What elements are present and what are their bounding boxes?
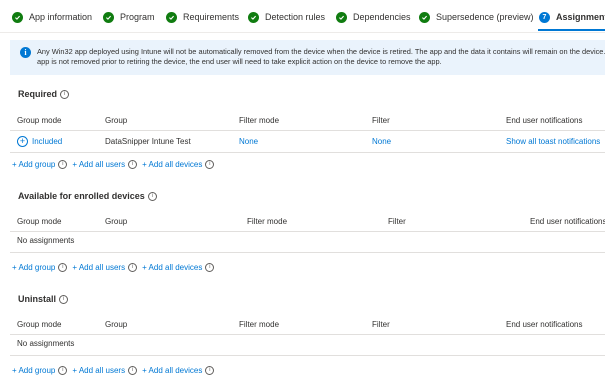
no-assignments-text: No assignments [17, 236, 75, 245]
info-icon: i [20, 47, 31, 58]
filter-mode-link[interactable]: None [239, 137, 258, 146]
add-circle-icon: + [17, 136, 28, 147]
step-label: Dependencies [353, 12, 411, 22]
step-label: Program [120, 12, 155, 22]
step-label: Requirements [183, 12, 240, 22]
step-label: Supersedence (preview) [436, 12, 534, 22]
add-all-devices-link[interactable]: + Add all devices i [142, 263, 215, 272]
info-tooltip-icon: i [128, 366, 138, 375]
add-group-link[interactable]: + Add group i [12, 263, 68, 272]
col-header-group: Group [105, 116, 128, 125]
group-mode-included-link[interactable]: + Included [17, 136, 62, 147]
info-tooltip-icon[interactable]: i [147, 191, 157, 201]
check-circle-icon [103, 11, 114, 23]
divider [10, 130, 605, 131]
wizard-steps: App information Program Requirements Det… [0, 0, 605, 33]
col-header-end-user-notifications: End user notifications [506, 320, 583, 329]
col-header-filter-mode: Filter mode [239, 320, 280, 329]
col-header-filter: Filter [372, 116, 390, 125]
col-header-end-user-notifications: End user notifications [530, 217, 605, 226]
active-step-underline [538, 29, 605, 31]
check-circle-icon [12, 11, 23, 23]
col-header-group-mode: Group mode [17, 217, 62, 226]
step-dependencies[interactable]: Dependencies [336, 8, 411, 26]
add-all-devices-link[interactable]: + Add all devices i [142, 366, 215, 375]
divider [10, 152, 605, 153]
divider [10, 334, 605, 335]
step-supersedence[interactable]: Supersedence (preview) [419, 8, 534, 26]
uninstall-section-title: Uninstall i [18, 294, 69, 304]
col-header-filter-mode: Filter mode [247, 217, 288, 226]
check-circle-icon [248, 11, 259, 23]
divider [10, 355, 605, 356]
add-all-users-link[interactable]: + Add all users i [72, 160, 138, 169]
info-tooltip-icon[interactable]: i [59, 294, 69, 304]
info-tooltip-icon: i [128, 160, 138, 169]
step-requirements[interactable]: Requirements [166, 8, 239, 26]
col-header-end-user-notifications: End user notifications [506, 116, 583, 125]
add-group-link[interactable]: + Add group i [12, 366, 68, 375]
step-app-information[interactable]: App information [12, 8, 92, 26]
step-label: Assignments [556, 12, 605, 22]
col-header-group: Group [105, 217, 128, 226]
divider [10, 252, 605, 253]
col-header-group-mode: Group mode [17, 320, 62, 329]
step-detection-rules[interactable]: Detection rules [248, 8, 325, 26]
info-tooltip-icon: i [58, 160, 68, 169]
check-circle-icon [336, 11, 347, 23]
info-tooltip-icon: i [205, 366, 215, 375]
filter-link[interactable]: None [372, 137, 391, 146]
add-all-devices-link[interactable]: + Add all devices i [142, 160, 215, 169]
col-header-group: Group [105, 320, 128, 329]
step-label: Detection rules [265, 12, 326, 22]
step-label: App information [29, 12, 93, 22]
step-program[interactable]: Program [103, 8, 155, 26]
info-banner-text: Any Win32 app deployed using Intune will… [37, 47, 605, 66]
no-assignments-text: No assignments [17, 339, 75, 348]
group-name-cell: DataSnipper Intune Test [105, 137, 191, 146]
add-all-users-link[interactable]: + Add all users i [72, 263, 138, 272]
required-add-links: + Add group i + Add all users i + Add all … [12, 160, 215, 169]
info-tooltip-icon: i [128, 263, 138, 272]
available-section-title: Available for enrolled devices i [18, 191, 157, 201]
col-header-filter: Filter [388, 217, 406, 226]
info-tooltip-icon: i [205, 263, 215, 272]
info-tooltip-icon: i [58, 366, 68, 375]
divider [10, 231, 605, 232]
info-tooltip-icon: i [205, 160, 215, 169]
col-header-filter-mode: Filter mode [239, 116, 280, 125]
step-number-badge: 7 [539, 11, 550, 23]
info-tooltip-icon: i [58, 263, 68, 272]
step-assignments[interactable]: 7 Assignments [539, 8, 605, 26]
add-group-link[interactable]: + Add group i [12, 160, 68, 169]
uninstall-add-links: + Add group i + Add all users i + Add all … [12, 366, 215, 375]
info-tooltip-icon[interactable]: i [60, 89, 70, 99]
required-section-title: Required i [18, 89, 70, 99]
notifications-link[interactable]: Show all toast notifications [506, 137, 600, 146]
col-header-filter: Filter [372, 320, 390, 329]
info-banner: i Any Win32 app deployed using Intune wi… [10, 40, 605, 75]
check-circle-icon [419, 11, 430, 23]
available-add-links: + Add group i + Add all users i + Add all … [12, 263, 215, 272]
check-circle-icon [166, 11, 177, 23]
col-header-group-mode: Group mode [17, 116, 62, 125]
add-all-users-link[interactable]: + Add all users i [72, 366, 138, 375]
